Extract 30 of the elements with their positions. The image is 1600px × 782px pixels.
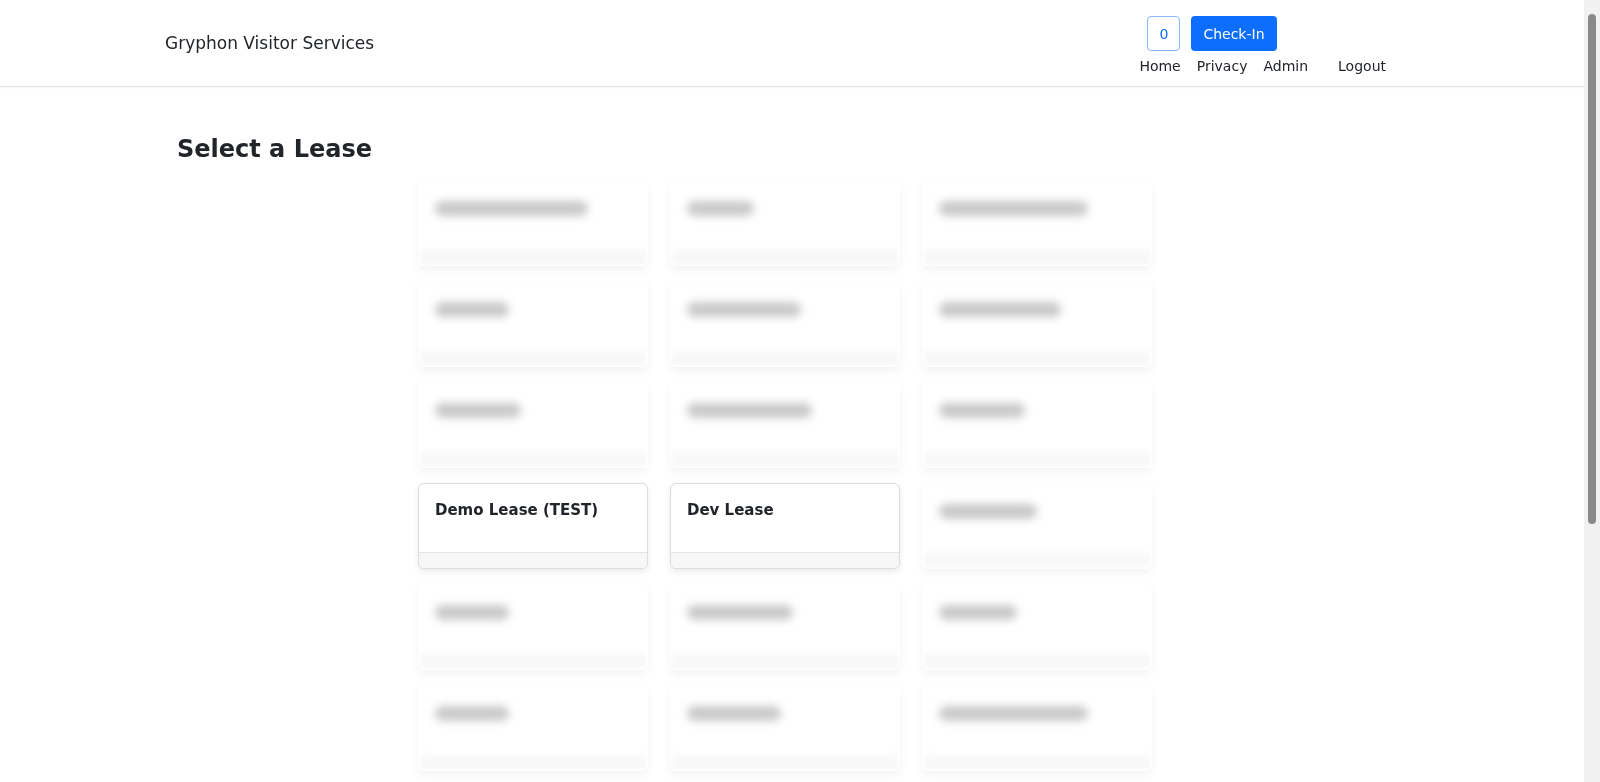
count-button[interactable]: 0 bbox=[1147, 16, 1181, 51]
blurred-lease-card[interactable] bbox=[922, 584, 1152, 670]
blurred-lease-card[interactable] bbox=[670, 685, 900, 771]
lease-name: Demo Lease (TEST) bbox=[435, 501, 599, 519]
blurred-text bbox=[687, 201, 754, 216]
lease-card[interactable]: Dev Lease bbox=[670, 483, 900, 569]
brand-name[interactable]: Gryphon Visitor Services bbox=[165, 33, 375, 53]
blurred-lease-card[interactable] bbox=[670, 382, 900, 468]
blurred-lease-card[interactable] bbox=[670, 281, 900, 367]
blurred-lease-card[interactable] bbox=[922, 180, 1152, 266]
blurred-lease-card[interactable] bbox=[922, 281, 1152, 367]
blurred-lease-card[interactable] bbox=[670, 180, 900, 266]
blurred-lease-card[interactable] bbox=[418, 584, 648, 670]
page-heading: Select a Lease bbox=[177, 134, 372, 165]
blurred-lease-card[interactable] bbox=[418, 281, 648, 367]
lease-card[interactable]: Demo Lease (TEST) bbox=[418, 483, 648, 569]
blurred-lease-card[interactable] bbox=[922, 382, 1152, 468]
scrollbar-thumb[interactable] bbox=[1588, 14, 1596, 524]
blurred-lease-card[interactable] bbox=[670, 584, 900, 670]
blurred-lease-card[interactable] bbox=[922, 483, 1152, 569]
blurred-lease-card[interactable] bbox=[922, 685, 1152, 771]
blurred-lease-card[interactable] bbox=[418, 180, 648, 266]
nav-link[interactable]: Home bbox=[1131, 58, 1189, 74]
blurred-lease-card[interactable] bbox=[418, 382, 648, 468]
lease-name: Dev Lease bbox=[687, 501, 774, 519]
nav-link[interactable]: Admin bbox=[1255, 58, 1317, 74]
nav-link[interactable]: Logout bbox=[1330, 58, 1394, 74]
nav-link[interactable]: Privacy bbox=[1188, 58, 1256, 74]
blurred-lease-card[interactable] bbox=[418, 685, 648, 771]
check-in-button[interactable]: Check-In bbox=[1191, 16, 1277, 51]
